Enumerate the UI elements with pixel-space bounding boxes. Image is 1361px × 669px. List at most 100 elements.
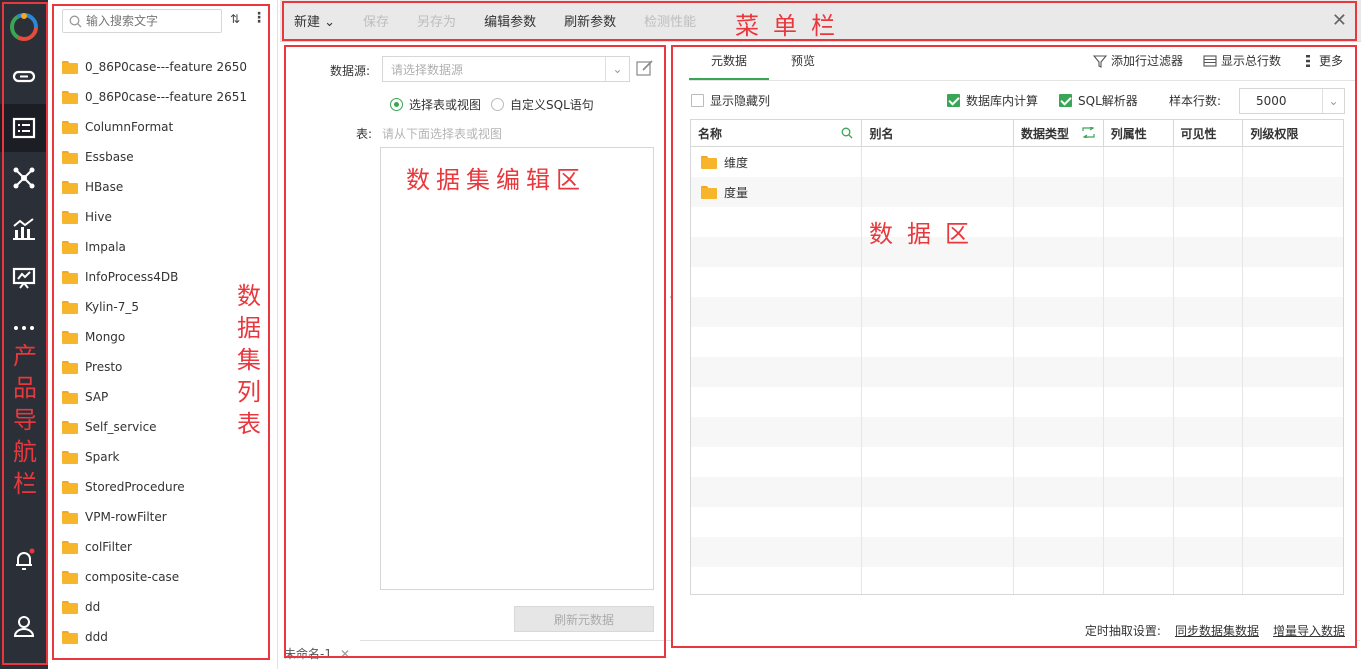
dataset-list-item[interactable]: VPM-rowFilter xyxy=(62,502,272,532)
table-cell xyxy=(862,267,1014,297)
search-icon[interactable] xyxy=(841,127,853,139)
radio-table-option[interactable]: 选择表或视图 xyxy=(390,96,481,113)
dataset-list-item-label: Impala xyxy=(85,240,126,254)
dataset-list-item[interactable]: Spark xyxy=(62,442,272,472)
table-tree-box[interactable] xyxy=(380,147,654,590)
dataset-list-item[interactable]: ColumnFormat xyxy=(62,112,272,142)
refresh-metadata-button[interactable]: 刷新元数据 xyxy=(514,606,654,632)
dataset-search-box[interactable] xyxy=(62,9,222,33)
datasource-select[interactable]: 请选择数据源 ⌄ xyxy=(382,56,630,82)
grid-header: 名称 别名 数据类型 列属性 可见性 列级权限 xyxy=(691,120,1343,147)
switch-icon[interactable] xyxy=(1082,127,1095,138)
dataset-list-item-label: dd xyxy=(85,600,101,614)
dataset-list-item[interactable]: HBase xyxy=(62,172,272,202)
dataset-list-item[interactable]: Essbase xyxy=(62,142,272,172)
nav-presentation-icon[interactable] xyxy=(0,254,48,302)
folder-icon xyxy=(62,150,78,164)
menu-save[interactable]: 保存 xyxy=(349,11,403,30)
col-header-visibility[interactable]: 可见性 xyxy=(1174,120,1244,146)
nav-network-icon[interactable] xyxy=(0,154,48,202)
table-cell xyxy=(1104,147,1174,177)
app-logo-icon[interactable] xyxy=(6,8,42,44)
show-hidden-columns-option[interactable]: 显示隐藏列 xyxy=(691,92,770,109)
table-cell xyxy=(691,237,863,267)
show-hidden-label: 显示隐藏列 xyxy=(710,94,771,108)
sort-icon[interactable]: ⇅ xyxy=(230,12,240,26)
table-cell xyxy=(1243,147,1343,177)
menu-save-as[interactable]: 另存为 xyxy=(403,11,470,30)
col-header-alias[interactable]: 别名 xyxy=(862,120,1014,146)
table-cell xyxy=(1174,477,1244,507)
sync-dataset-link[interactable]: 同步数据集数据 xyxy=(1175,622,1259,639)
table-row xyxy=(691,207,1343,237)
dataset-list-item-label: SAP xyxy=(85,390,109,404)
menu-edit-params[interactable]: 编辑参数 xyxy=(470,11,550,30)
more-label: 更多 xyxy=(1318,54,1343,68)
nav-chart-icon[interactable] xyxy=(0,204,48,252)
folder-icon xyxy=(62,120,78,134)
dataset-search-input[interactable] xyxy=(86,14,216,28)
tab-untitled[interactable]: 未命名-1 ✕ xyxy=(284,645,350,662)
col-header-permission[interactable]: 列级权限 xyxy=(1243,120,1343,146)
chevron-down-icon[interactable]: ⌄ xyxy=(1322,89,1344,113)
dataset-list-item[interactable]: 0_86P0case---feature 2650 xyxy=(62,52,272,82)
edit-icon[interactable] xyxy=(636,59,654,77)
col-header-attribute[interactable]: 列属性 xyxy=(1104,120,1174,146)
sample-rows-select[interactable]: 5000 ⌄ xyxy=(1239,88,1345,114)
table-cell xyxy=(1104,537,1174,567)
show-rows-label: 显示总行数 xyxy=(1220,54,1281,68)
col-datatype-label: 数据类型 xyxy=(1020,126,1069,141)
db-compute-option[interactable]: 数据库内计算 xyxy=(947,92,1038,109)
dataset-list-item[interactable]: ddd xyxy=(62,622,272,652)
table-cell xyxy=(1174,417,1244,447)
nav-bell-icon[interactable] xyxy=(0,536,48,584)
tab-preview[interactable]: 预览 xyxy=(769,46,837,80)
close-icon[interactable]: ✕ xyxy=(1332,10,1347,31)
folder-icon xyxy=(701,155,717,169)
dataset-list-item[interactable]: composite-case xyxy=(62,562,272,592)
menu-refresh-params[interactable]: 刷新参数 xyxy=(550,11,630,30)
chevron-down-icon[interactable]: ⌄ xyxy=(605,57,629,81)
nav-user-icon[interactable] xyxy=(0,602,48,650)
nav-link-icon[interactable] xyxy=(0,52,48,100)
table-cell: 度量 xyxy=(691,177,863,207)
dataset-list-item[interactable]: Hive xyxy=(62,202,272,232)
db-compute-checkbox[interactable] xyxy=(947,94,960,107)
sql-parser-option[interactable]: SQL解析器 xyxy=(1059,92,1138,109)
folder-icon xyxy=(62,540,78,554)
show-hidden-checkbox[interactable] xyxy=(691,94,704,107)
incremental-import-link[interactable]: 增量导入数据 xyxy=(1273,622,1345,639)
col-header-name[interactable]: 名称 xyxy=(691,120,863,146)
add-row-filter-button[interactable]: 添加行过滤器 xyxy=(1092,52,1183,69)
tab-close-icon[interactable]: ✕ xyxy=(340,647,350,661)
row-name-label: 度量 xyxy=(724,185,749,200)
dataset-list-item-label: VPM-rowFilter xyxy=(85,510,167,524)
radio-checked[interactable] xyxy=(390,98,403,111)
dataset-edit-panel: 数据源: 请选择数据源 ⌄ 选择表或视图 自定义SQL语句 表: 请从下面选择表… xyxy=(284,46,664,658)
col-header-datatype[interactable]: 数据类型 xyxy=(1014,120,1104,146)
dataset-list-item[interactable]: 0_86P0case---feature 2651 xyxy=(62,82,272,112)
col-visibility-label: 可见性 xyxy=(1180,126,1217,141)
menu-new[interactable]: 新建 ⌄ xyxy=(280,11,349,30)
table-cell xyxy=(1174,147,1244,177)
tab-metadata[interactable]: 元数据 xyxy=(689,46,770,80)
dataset-list-item[interactable]: colFilter xyxy=(62,532,272,562)
menu-check-performance[interactable]: 检测性能 xyxy=(630,11,710,30)
radio-sql-option[interactable]: 自定义SQL语句 xyxy=(491,96,594,113)
nav-dataset-icon[interactable] xyxy=(0,104,48,152)
radio-unchecked[interactable] xyxy=(491,98,505,111)
dataset-list-item[interactable]: Impala xyxy=(62,232,272,262)
show-row-count-button[interactable]: 显示总行数 xyxy=(1203,52,1281,69)
table-row[interactable]: 维度 xyxy=(691,147,1343,177)
extract-settings: 定时抽取设置: 同步数据集数据 增量导入数据 xyxy=(1085,622,1345,639)
table-row xyxy=(691,567,1343,594)
list-menu-icon[interactable]: ⋮ xyxy=(252,10,266,26)
table-row[interactable]: 度量 xyxy=(691,177,1343,207)
table-cell xyxy=(1104,477,1174,507)
dataset-list-item[interactable]: dd xyxy=(62,592,272,622)
product-nav: 产 品 导 航 栏 xyxy=(0,0,48,669)
dataset-list-item[interactable]: StoredProcedure xyxy=(62,472,272,502)
table-cell xyxy=(1014,447,1104,477)
more-button[interactable]: 更多 xyxy=(1301,52,1343,69)
sql-parser-checkbox[interactable] xyxy=(1059,94,1072,107)
